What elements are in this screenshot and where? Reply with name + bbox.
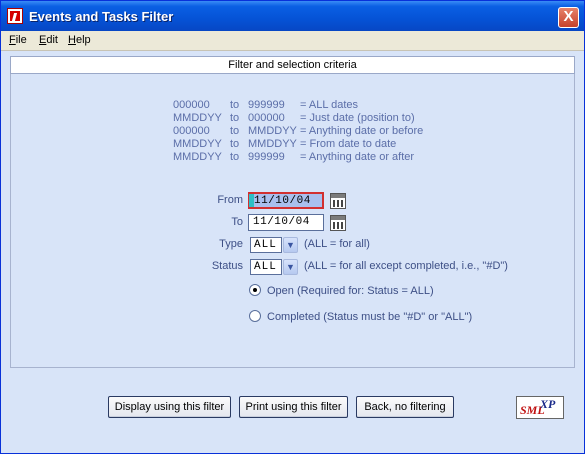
chevron-down-icon[interactable]: ▼	[283, 237, 298, 253]
title-bar[interactable]: Events and Tasks Filter X	[1, 1, 584, 31]
completed-radio-label[interactable]: Completed (Status must be "#D" or "ALL")	[267, 311, 472, 323]
print-filter-button[interactable]: Print using this filter	[239, 396, 348, 418]
type-note: (ALL = for all)	[304, 238, 370, 250]
menu-help[interactable]: Help	[68, 34, 91, 46]
open-radio-label[interactable]: Open (Required for: Status = ALL)	[267, 285, 434, 297]
from-label: From	[217, 194, 243, 206]
calendar-icon[interactable]	[330, 193, 346, 209]
menu-bar: File Edit Help	[1, 31, 584, 51]
type-select[interactable]: ALL	[250, 237, 282, 253]
close-button[interactable]: X	[558, 7, 579, 28]
status-select[interactable]: ALL	[250, 259, 282, 275]
completed-radio[interactable]	[249, 310, 261, 322]
from-date-input[interactable]: 11/10/04	[248, 192, 324, 209]
status-note: (ALL = for all except completed, i.e., "…	[304, 260, 508, 272]
to-label: To	[231, 216, 243, 228]
window-title: Events and Tasks Filter	[29, 9, 174, 24]
menu-edit[interactable]: Edit	[39, 34, 58, 46]
criteria-header: Filter and selection criteria	[10, 56, 575, 74]
sml-logo: SML XP	[516, 396, 564, 419]
events-tasks-filter-window: Events and Tasks Filter X File Edit Help…	[0, 0, 585, 454]
to-date-input[interactable]: 11/10/04	[248, 214, 324, 231]
status-label: Status	[211, 260, 243, 272]
calendar-icon[interactable]	[330, 215, 346, 231]
open-radio[interactable]	[249, 284, 261, 296]
menu-file[interactable]: File	[9, 34, 27, 46]
type-label: Type	[219, 238, 243, 250]
back-no-filter-button[interactable]: Back, no filtering	[356, 396, 454, 418]
display-filter-button[interactable]: Display using this filter	[108, 396, 231, 418]
app-icon	[7, 8, 23, 24]
chevron-down-icon[interactable]: ▼	[283, 259, 298, 275]
